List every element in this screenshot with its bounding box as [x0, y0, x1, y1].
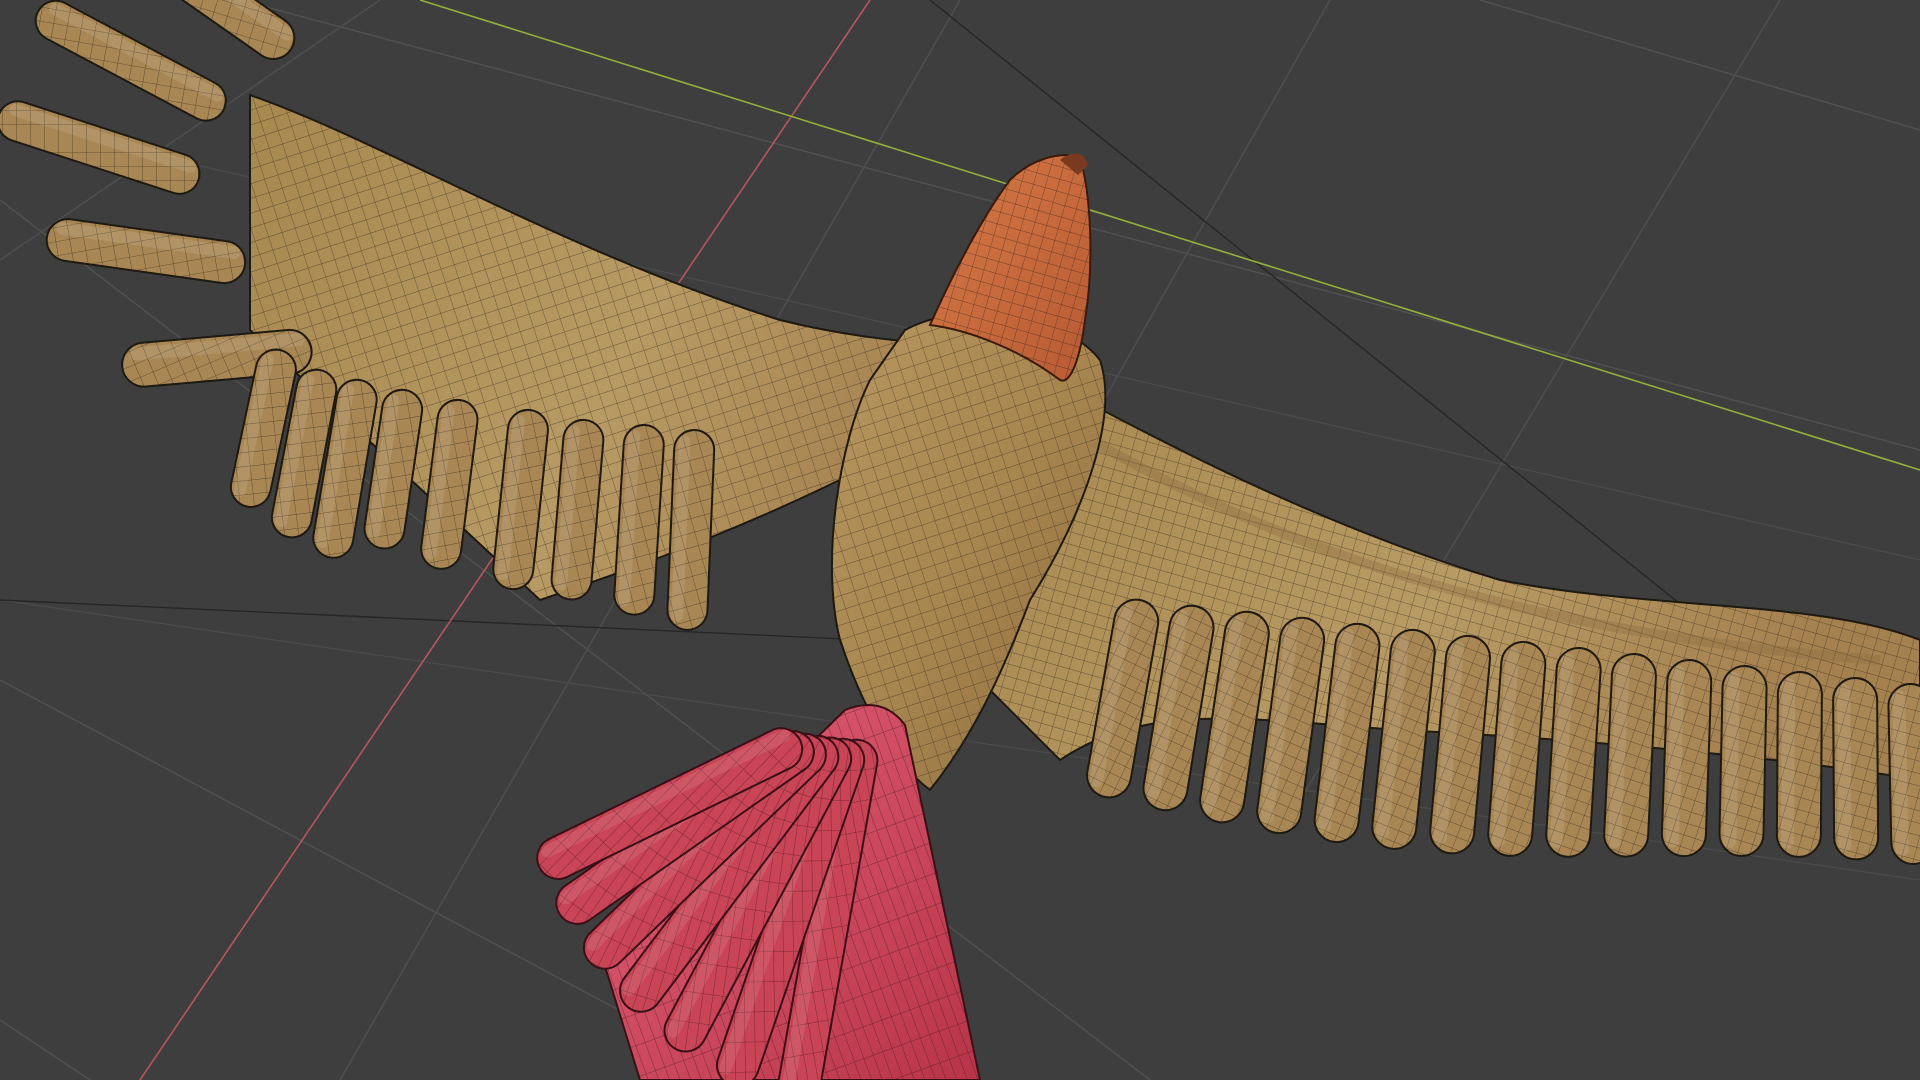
right-wing[interactable] [988, 358, 1920, 865]
left-wing-feather [666, 428, 716, 631]
right-wing-feather [1603, 652, 1657, 858]
wing-finger-feather [45, 218, 247, 285]
bird-tail[interactable] [530, 704, 982, 1080]
3d-viewport[interactable] [0, 0, 1920, 1080]
viewport-canvas[interactable] [0, 0, 1920, 1080]
bird-mesh[interactable] [0, 0, 1920, 1080]
right-wing-feather [1832, 676, 1880, 861]
right-wing-feather [1660, 658, 1713, 858]
right-wing-feather [1887, 682, 1920, 865]
right-wing-feather [1718, 664, 1768, 857]
wing-finger-feather [34, 0, 227, 122]
wing-finger-feather [0, 100, 201, 195]
right-wing-feather [1775, 670, 1823, 858]
